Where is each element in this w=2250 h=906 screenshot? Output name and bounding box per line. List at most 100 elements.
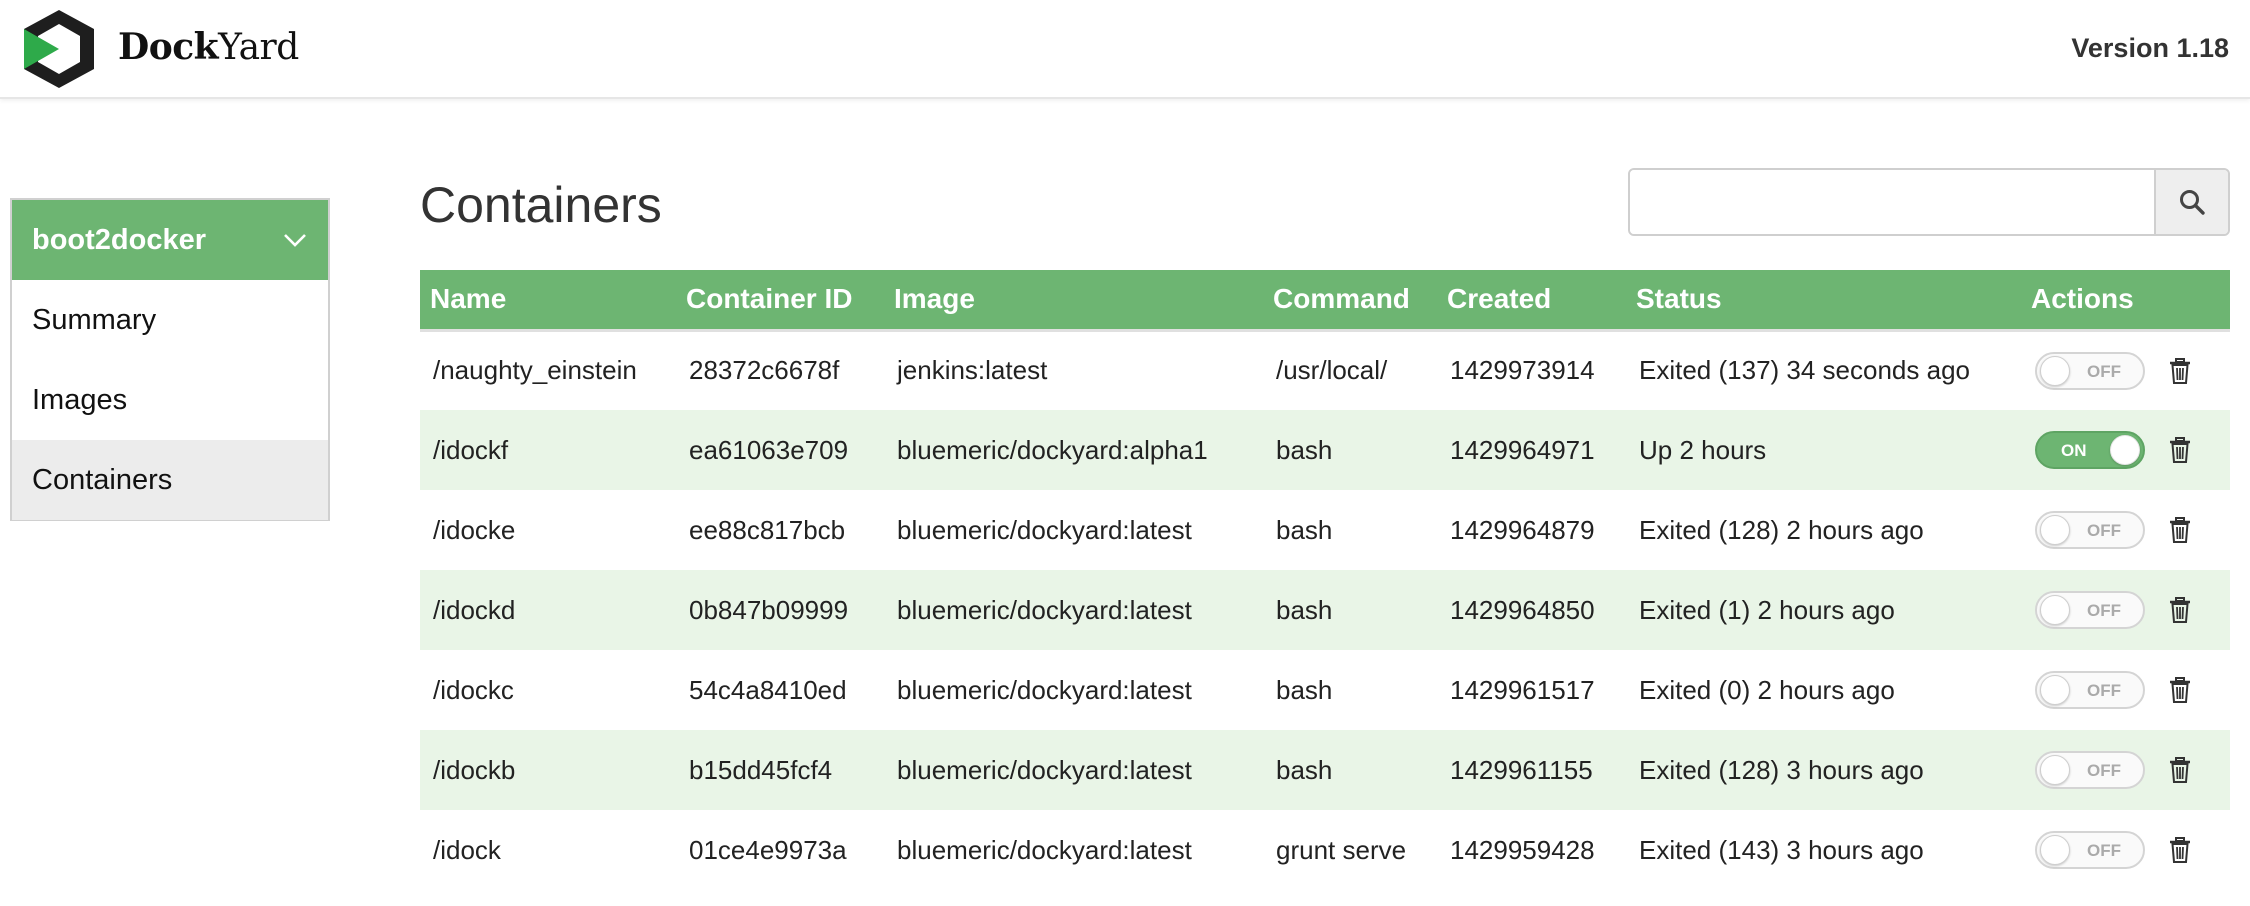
- cell-created: 1429961517: [1450, 674, 1595, 705]
- cell-actions: OFF: [2021, 730, 2230, 810]
- cell-status: Exited (0) 2 hours ago: [1639, 674, 1895, 705]
- trash-icon[interactable]: [2169, 357, 2191, 384]
- toggle-knob: [2040, 355, 2070, 386]
- column-header-container-id[interactable]: Container ID: [676, 270, 884, 330]
- toggle-label: OFF: [2087, 521, 2121, 540]
- brand-name[interactable]: DockYard: [118, 26, 299, 68]
- cell-command: bash: [1276, 674, 1333, 705]
- table-row[interactable]: /idockb b15dd45fcf4 bluemeric/dockyard:l…: [420, 730, 2230, 810]
- toggle-knob: [2040, 675, 2070, 705]
- row-actions: OFF: [2035, 671, 2230, 709]
- search-input[interactable]: [1630, 170, 2154, 234]
- row-actions: OFF: [2035, 591, 2230, 629]
- cell-command: bash: [1276, 514, 1333, 545]
- cell-image: bluemeric/dockyard:latest: [897, 514, 1192, 545]
- cell-created: 1429973914: [1437, 328, 1626, 410]
- trash-icon[interactable]: [2169, 597, 2191, 623]
- cell-container-id: ea61063e709: [689, 434, 849, 465]
- table-row[interactable]: /idockf ea61063e709 bluemeric/dockyard:a…: [420, 410, 2230, 490]
- toggle-label: OFF: [2087, 761, 2121, 780]
- cell-container-id: 01ce4e9973a: [689, 834, 847, 865]
- power-toggle[interactable]: OFF: [2035, 751, 2145, 789]
- toggle-knob: [2040, 755, 2070, 785]
- power-toggle[interactable]: OFF: [2035, 831, 2145, 869]
- table-row[interactable]: /naughty_einstein 28372c6678f jenkins:la…: [420, 328, 2230, 410]
- cell-name: /idockb: [433, 754, 516, 785]
- cell-container-id: b15dd45fcf4: [689, 754, 833, 785]
- brand-part2: Yard: [218, 27, 299, 68]
- cell-command: bash: [1276, 594, 1333, 625]
- cell-container-id: ee88c817bcb: [689, 514, 846, 545]
- power-toggle[interactable]: OFF: [2035, 351, 2145, 390]
- column-header-actions: Actions: [2031, 283, 2134, 315]
- cell-actions: OFF: [2021, 570, 2230, 650]
- column-header-created[interactable]: Created: [1437, 270, 1626, 330]
- cell-image: jenkins:latest: [884, 328, 1263, 410]
- power-toggle[interactable]: OFF: [2035, 511, 2145, 549]
- cell-command: bash: [1276, 754, 1333, 785]
- cell-actions: OFF: [2021, 650, 2230, 730]
- table-row[interactable]: /idockd 0b847b09999 bluemeric/dockyard:l…: [420, 570, 2230, 650]
- cell-name: /idock: [433, 834, 501, 865]
- power-toggle[interactable]: OFF: [2035, 591, 2145, 629]
- sidebar: boot2docker Summary Images Containers: [10, 198, 330, 521]
- table-row[interactable]: /idockc 54c4a8410ed bluemeric/dockyard:l…: [420, 650, 2230, 730]
- cell-created: 1429964971: [1450, 434, 1595, 465]
- brand-part1: Dock: [118, 26, 219, 68]
- cell-image: bluemeric/dockyard:latest: [897, 754, 1192, 785]
- dockyard-logo-icon[interactable]: [22, 8, 96, 90]
- cell-image: bluemeric/dockyard:latest: [897, 594, 1192, 625]
- column-header-status[interactable]: Status: [1626, 270, 2021, 330]
- version-label: Version 1.18: [2071, 33, 2229, 63]
- cell-image: bluemeric/dockyard:alpha1: [897, 434, 1208, 465]
- trash-icon[interactable]: [2169, 757, 2191, 783]
- toggle-label: OFF: [2087, 841, 2121, 860]
- cell-status: Up 2 hours: [1639, 434, 1767, 465]
- trash-icon[interactable]: [2169, 677, 2191, 703]
- cell-actions: OFF: [2021, 490, 2230, 570]
- sidebar-item-images[interactable]: Images: [12, 360, 328, 440]
- power-toggle[interactable]: OFF: [2035, 671, 2145, 709]
- sidebar-item-label: Images: [32, 383, 128, 416]
- cell-status: Exited (128) 2 hours ago: [1639, 514, 1924, 545]
- cell-command: grunt serve: [1276, 834, 1407, 865]
- sidebar-item-label: Containers: [32, 463, 173, 496]
- trash-icon[interactable]: [2169, 437, 2191, 463]
- cell-name: /idocke: [433, 514, 516, 545]
- toggle-knob: [2040, 515, 2070, 545]
- trash-icon[interactable]: [2169, 517, 2191, 543]
- toggle-knob: [2110, 435, 2140, 465]
- toggle-label: OFF: [2087, 601, 2121, 620]
- toggle-label: OFF: [2087, 681, 2121, 700]
- column-header-name[interactable]: Name: [420, 270, 676, 330]
- table-row[interactable]: /idock 01ce4e9973a bluemeric/dockyard:la…: [420, 810, 2230, 890]
- sidebar-item-summary[interactable]: Summary: [12, 280, 328, 360]
- trash-icon[interactable]: [2169, 837, 2191, 863]
- cell-image: bluemeric/dockyard:latest: [897, 674, 1192, 705]
- cell-container-id: 54c4a8410ed: [689, 674, 847, 705]
- column-header-image[interactable]: Image: [884, 270, 1263, 330]
- cell-status: Exited (137) 34 seconds ago: [1626, 328, 2021, 410]
- search-button[interactable]: [2154, 170, 2228, 234]
- toggle-knob: [2040, 835, 2070, 865]
- row-actions: OFF: [2035, 351, 2230, 390]
- cell-actions: OFF: [2021, 810, 2230, 890]
- cell-status: Exited (128) 3 hours ago: [1639, 754, 1924, 785]
- top-header: DockYard Version 1.18: [0, 0, 2250, 99]
- sidebar-item-containers[interactable]: Containers: [12, 440, 328, 520]
- cell-created: 1429964879: [1450, 514, 1595, 545]
- power-toggle[interactable]: ON: [2035, 431, 2145, 469]
- cell-command: /usr/local/: [1263, 328, 1437, 410]
- toggle-knob: [2040, 595, 2070, 625]
- cell-command: bash: [1276, 434, 1333, 465]
- table-header-row: Name Container ID Image Command Created …: [420, 270, 2230, 330]
- table-row[interactable]: /idocke ee88c817bcb bluemeric/dockyard:l…: [420, 490, 2230, 570]
- cell-created: 1429959428: [1450, 834, 1595, 865]
- column-header-command[interactable]: Command: [1263, 270, 1437, 330]
- cell-name: /idockc: [433, 674, 514, 705]
- toggle-label: OFF: [2087, 361, 2121, 381]
- row-actions: OFF: [2035, 751, 2230, 789]
- cell-name: /idockd: [433, 594, 516, 625]
- host-label: boot2docker: [32, 223, 207, 256]
- host-selector[interactable]: boot2docker: [12, 200, 328, 280]
